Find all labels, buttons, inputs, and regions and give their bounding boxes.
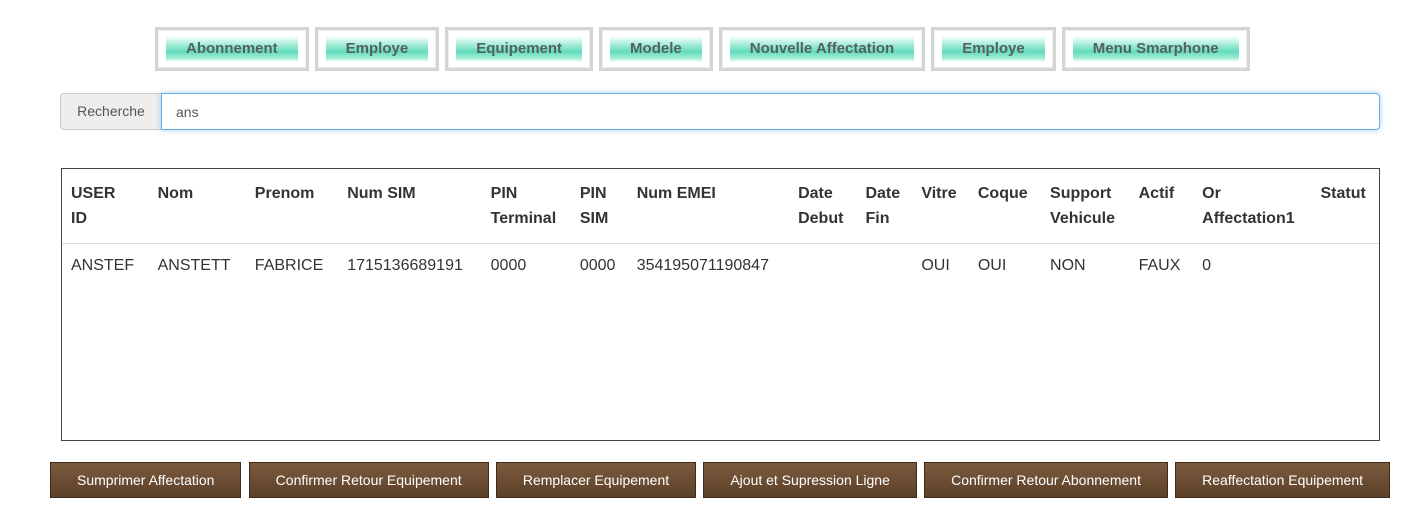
nav-cell-menu-smarphone: Menu Smarphone bbox=[1061, 27, 1250, 71]
top-nav: Abonnement Employe Equipement Modele Nou… bbox=[155, 27, 1250, 71]
cell-support-vehicule: NON bbox=[1050, 257, 1086, 274]
search-group: Recherche bbox=[60, 93, 1380, 130]
confirmer-retour-abonnement-button[interactable]: Confirmer Retour Abonnement bbox=[924, 462, 1168, 498]
column-header-pin-sim: PIN SIM bbox=[570, 169, 628, 244]
cell-nom: ANSTETT bbox=[157, 257, 231, 274]
cell-pin-sim: 0000 bbox=[579, 257, 616, 274]
action-bar: Sumprimer Affectation Confirmer Retour E… bbox=[50, 462, 1390, 498]
cell-user-id: ANSTEF bbox=[71, 257, 135, 274]
confirmer-retour-equipement-button[interactable]: Confirmer Retour Equipement bbox=[248, 462, 489, 498]
column-header-prenom: Prenom bbox=[245, 169, 339, 244]
supprimer-affectation-button[interactable]: Sumprimer Affectation bbox=[50, 462, 242, 498]
column-header-date-fin: Date Fin bbox=[856, 169, 913, 244]
cell-vitre: OUI bbox=[921, 257, 950, 274]
cell-num-sim: 1715136689191 bbox=[347, 257, 463, 274]
nav-cell-equipement: Equipement bbox=[445, 27, 594, 71]
column-header-or-affectation1: Or Affectation1 bbox=[1193, 169, 1312, 244]
remplacer-equipement-button[interactable]: Remplacer Equipement bbox=[495, 462, 697, 498]
cell-date-fin bbox=[856, 244, 912, 287]
column-header-statut: Statut bbox=[1311, 169, 1379, 244]
column-header-coque: Coque bbox=[968, 169, 1042, 244]
cell-date-debut bbox=[789, 244, 856, 287]
column-header-actif: Actif bbox=[1129, 169, 1194, 244]
nav-cell-abonnement: Abonnement bbox=[155, 27, 309, 71]
nav-button-employe-2[interactable]: Employe bbox=[942, 36, 1045, 62]
cell-pin-terminal: 0000 bbox=[490, 257, 527, 274]
nav-cell-modele: Modele bbox=[599, 27, 713, 71]
search-label: Recherche bbox=[60, 93, 161, 130]
column-header-num-emei: Num EMEI bbox=[627, 169, 790, 244]
reaffectation-equipement-button[interactable]: Reaffectation Equipement bbox=[1175, 462, 1390, 498]
nav-button-nouvelle-affectation[interactable]: Nouvelle Affectation bbox=[729, 36, 915, 62]
column-header-user-id: USER ID bbox=[62, 169, 149, 244]
table-row[interactable]: ANSTEF ANSTETT FABRICE 1715136689191 000… bbox=[62, 244, 1379, 287]
column-header-support-vehicule: Support Vehicule bbox=[1041, 169, 1130, 244]
results-table-container: USER ID Nom Prenom Num SIM PIN Terminal PI… bbox=[61, 168, 1380, 441]
nav-button-abonnement[interactable]: Abonnement bbox=[166, 36, 298, 62]
nav-button-modele[interactable]: Modele bbox=[610, 36, 702, 62]
ajout-supression-ligne-button[interactable]: Ajout et Supression Ligne bbox=[703, 462, 917, 498]
cell-or-affectation1: 0 bbox=[1202, 257, 1212, 274]
nav-cell-employe-2: Employe bbox=[931, 27, 1056, 71]
column-header-pin-terminal: PIN Terminal bbox=[481, 169, 571, 244]
nav-cell-nouvelle-affectation: Nouvelle Affectation bbox=[718, 27, 926, 71]
nav-button-equipement[interactable]: Equipement bbox=[456, 36, 583, 62]
cell-coque: OUI bbox=[977, 257, 1007, 274]
column-header-vitre: Vitre bbox=[912, 169, 969, 244]
nav-cell-employe: Employe bbox=[314, 27, 440, 71]
column-header-num-sim: Num SIM bbox=[338, 169, 482, 244]
column-header-nom: Nom bbox=[148, 169, 246, 244]
results-table: USER ID Nom Prenom Num SIM PIN Terminal PI… bbox=[62, 169, 1379, 286]
table-header-row: USER ID Nom Prenom Num SIM PIN Terminal PI… bbox=[62, 169, 1379, 244]
cell-prenom: FABRICE bbox=[254, 257, 324, 274]
column-header-date-debut: Date Debut bbox=[789, 169, 857, 244]
search-input[interactable] bbox=[161, 93, 1380, 130]
nav-button-menu-smarphone[interactable]: Menu Smarphone bbox=[1072, 36, 1239, 62]
cell-statut bbox=[1312, 244, 1380, 287]
nav-button-employe[interactable]: Employe bbox=[325, 36, 429, 62]
cell-actif: FAUX bbox=[1138, 257, 1181, 274]
cell-num-emei: 354195071190847 bbox=[636, 257, 769, 274]
